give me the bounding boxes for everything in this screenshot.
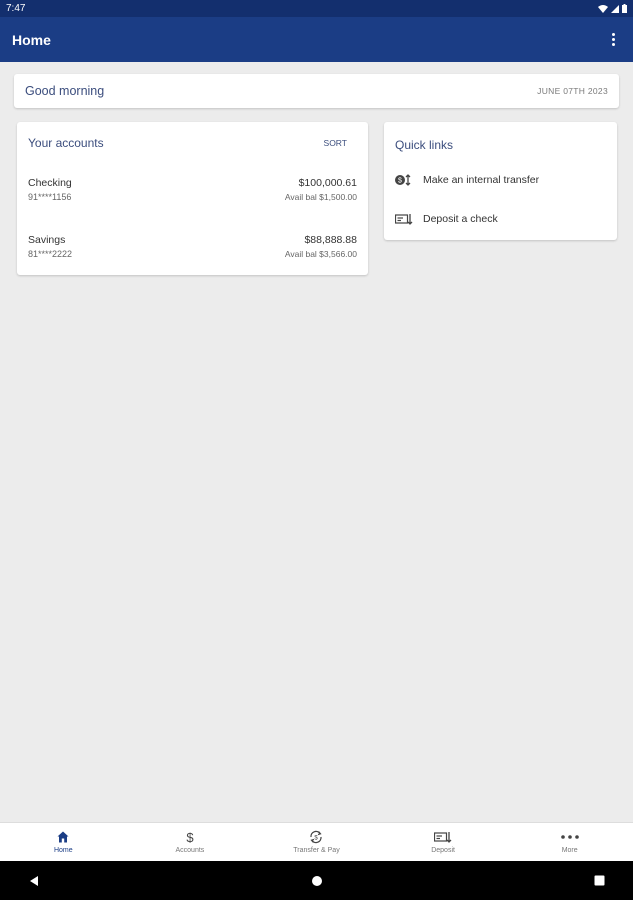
account-balance: $88,888.88 <box>304 234 357 246</box>
accounts-title: Your accounts <box>28 136 104 150</box>
account-row-checking[interactable]: Checking 91****1156 $100,000.61 Avail ba… <box>28 177 357 202</box>
app-bar: Home <box>0 17 633 62</box>
status-time: 7:47 <box>6 3 26 14</box>
home-circle-icon[interactable] <box>311 875 323 887</box>
overflow-dot <box>611 38 615 41</box>
status-bar: 7:47 <box>0 0 633 17</box>
accounts-header: Your accounts SORT <box>17 122 368 150</box>
quick-link-label: Deposit a check <box>423 213 498 225</box>
nav-label: Deposit <box>431 847 455 854</box>
dollar-icon: $ <box>185 830 195 844</box>
account-available-balance: Avail bal $3,566.00 <box>284 249 357 259</box>
account-name: Checking <box>28 177 72 189</box>
back-icon[interactable] <box>28 875 40 887</box>
overflow-dot <box>611 43 615 46</box>
status-icons <box>598 4 627 13</box>
svg-text:$: $ <box>398 178 402 185</box>
nav-item-deposit[interactable]: Deposit <box>380 823 507 861</box>
nav-label: Home <box>53 847 73 854</box>
account-number: 91****1156 <box>28 192 72 202</box>
nav-item-home[interactable]: Home <box>0 823 127 861</box>
nav-label: Transfer & Pay <box>293 847 340 854</box>
wifi-icon <box>598 4 608 13</box>
nav-label: More <box>561 847 578 854</box>
quick-link-deposit-check[interactable]: Deposit a check <box>395 213 606 225</box>
nav-item-accounts[interactable]: $ Accounts <box>127 823 254 861</box>
account-balance: $100,000.61 <box>298 177 357 189</box>
overflow-dot <box>611 33 615 36</box>
svg-text:$: $ <box>186 830 194 844</box>
transfer-icon: $ <box>395 174 413 186</box>
page-title: Home <box>12 31 51 48</box>
account-name: Savings <box>28 234 66 246</box>
home-icon <box>57 830 69 844</box>
quick-links-title: Quick links <box>395 138 454 152</box>
more-icon <box>560 830 579 844</box>
signal-icon <box>611 4 619 13</box>
nav-item-more[interactable]: More <box>506 823 633 861</box>
account-number: 81****2222 <box>28 249 73 259</box>
account-row-savings[interactable]: Savings 81****2222 $88,888.88 Avail bal … <box>28 234 357 259</box>
quick-links-header: Quick links <box>384 122 617 154</box>
bottom-nav: Home $ Accounts $ Transfer & Pay Deposit… <box>0 822 633 861</box>
deposit-icon <box>434 830 452 844</box>
greeting-text: Good morning <box>25 84 105 98</box>
battery-icon <box>622 4 627 13</box>
recents-icon[interactable] <box>594 875 605 886</box>
sort-button[interactable]: SORT <box>314 136 357 150</box>
greeting-date: JUNE 07TH 2023 <box>537 86 608 96</box>
nav-item-transfer-pay[interactable]: $ Transfer & Pay <box>253 823 380 861</box>
accounts-card: Your accounts SORT Checking 91****1156 $… <box>17 122 368 275</box>
nav-label: Accounts <box>175 847 205 854</box>
greeting-card: Good morning JUNE 07TH 2023 <box>14 74 619 108</box>
quick-links-card: Quick links $ Make an internal transfer … <box>384 122 617 240</box>
quick-link-internal-transfer[interactable]: $ Make an internal transfer <box>395 174 606 186</box>
account-available-balance: Avail bal $1,500.00 <box>284 192 357 202</box>
transfer-pay-icon: $ <box>309 830 323 844</box>
system-nav-bar <box>0 861 633 900</box>
quick-link-label: Make an internal transfer <box>423 174 540 186</box>
check-deposit-icon <box>395 213 413 225</box>
overflow-menu-button[interactable] <box>605 28 621 52</box>
svg-text:$: $ <box>315 836 319 842</box>
